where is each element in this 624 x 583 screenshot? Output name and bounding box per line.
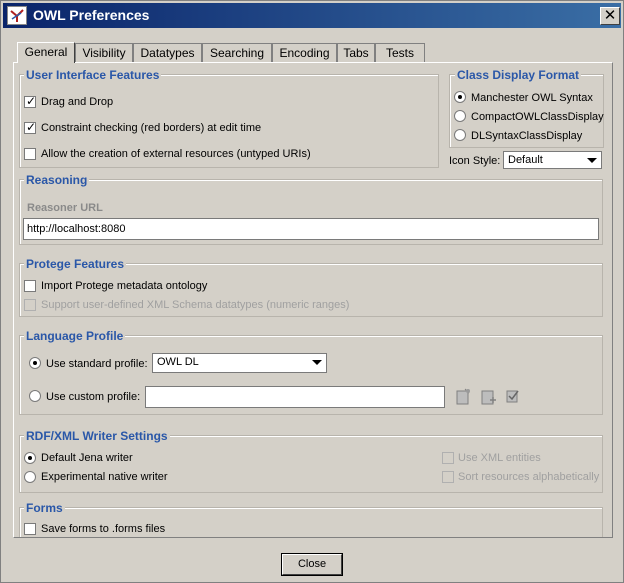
forms-title: Forms bbox=[24, 501, 65, 515]
open-file-icon[interactable] bbox=[481, 389, 497, 405]
custom-profile-label: Use custom profile: bbox=[46, 391, 141, 403]
edit-profile-icon[interactable] bbox=[505, 388, 521, 404]
standard-profile-label: Use standard profile: bbox=[46, 358, 148, 370]
reasoning-title: Reasoning bbox=[24, 173, 90, 187]
native-writer-label: Experimental native writer bbox=[41, 471, 168, 483]
new-file-icon[interactable] bbox=[455, 388, 471, 405]
rdf-writer-title: RDF/XML Writer Settings bbox=[24, 429, 170, 443]
tab-visibility[interactable]: Visibility bbox=[75, 43, 133, 63]
language-profile-title: Language Profile bbox=[24, 329, 126, 343]
icon-style-select[interactable]: Default bbox=[503, 151, 602, 169]
tab-general[interactable]: General bbox=[17, 42, 75, 63]
tab-searching[interactable]: Searching bbox=[202, 43, 272, 63]
constraint-checking-label: Constraint checking (red borders) at edi… bbox=[41, 122, 262, 134]
xml-schema-label: Support user-defined XML Schema datatype… bbox=[41, 299, 350, 311]
manchester-radio[interactable] bbox=[454, 91, 466, 103]
manchester-label: Manchester OWL Syntax bbox=[471, 92, 593, 104]
icon-style-value: Default bbox=[508, 154, 543, 166]
import-metadata-checkbox[interactable] bbox=[24, 280, 36, 292]
rdf-writer-group bbox=[19, 435, 603, 493]
tab-encoding[interactable]: Encoding bbox=[272, 43, 337, 63]
xml-schema-checkbox bbox=[24, 299, 36, 311]
compact-radio[interactable] bbox=[454, 110, 466, 122]
xml-entities-label: Use XML entities bbox=[458, 452, 541, 464]
save-forms-checkbox[interactable] bbox=[24, 523, 36, 535]
tab-datatypes[interactable]: Datatypes bbox=[133, 43, 202, 63]
compact-label: CompactOWLClassDisplay bbox=[471, 111, 604, 123]
title-bar: OWL Preferences ✕ bbox=[3, 3, 621, 28]
jena-writer-label: Default Jena writer bbox=[41, 452, 133, 464]
constraint-checking-checkbox[interactable]: ✓ bbox=[24, 120, 36, 134]
protege-features-title: Protege Features bbox=[24, 257, 127, 271]
sort-resources-label: Sort resources alphabetically bbox=[458, 471, 600, 483]
drag-drop-checkbox[interactable]: ✓ bbox=[24, 94, 36, 108]
chevron-down-icon bbox=[312, 360, 322, 365]
reasoner-url-input[interactable]: http://localhost:8080 bbox=[23, 218, 599, 240]
dlsyntax-label: DLSyntaxClassDisplay bbox=[471, 130, 583, 142]
sort-resources-checkbox bbox=[442, 471, 454, 483]
standard-profile-value: OWL DL bbox=[157, 356, 199, 368]
standard-profile-select[interactable]: OWL DL bbox=[152, 353, 327, 373]
chevron-down-icon bbox=[587, 158, 597, 163]
custom-profile-radio[interactable] bbox=[29, 390, 41, 402]
dlsyntax-radio[interactable] bbox=[454, 129, 466, 141]
preferences-window: OWL Preferences ✕ General Visibility Dat… bbox=[0, 0, 624, 583]
ui-features-title: User Interface Features bbox=[24, 68, 162, 82]
tab-tests[interactable]: Tests bbox=[375, 43, 425, 63]
class-display-title: Class Display Format bbox=[455, 68, 582, 82]
external-resources-checkbox[interactable] bbox=[24, 148, 36, 160]
close-button[interactable]: Close bbox=[281, 553, 343, 576]
close-window-icon[interactable]: ✕ bbox=[600, 7, 620, 25]
save-forms-label: Save forms to .forms files bbox=[41, 523, 166, 535]
protege-logo-icon bbox=[7, 6, 27, 25]
xml-entities-checkbox bbox=[442, 452, 454, 464]
window-title: OWL Preferences bbox=[33, 7, 150, 23]
reasoner-url-label: Reasoner URL bbox=[27, 202, 103, 214]
native-writer-radio[interactable] bbox=[24, 471, 36, 483]
import-metadata-label: Import Protege metadata ontology bbox=[41, 280, 208, 292]
drag-drop-label: Drag and Drop bbox=[41, 96, 114, 108]
standard-profile-radio[interactable] bbox=[29, 357, 41, 369]
icon-style-label: Icon Style: bbox=[449, 155, 501, 167]
tab-tabs[interactable]: Tabs bbox=[337, 43, 375, 63]
jena-writer-radio[interactable] bbox=[24, 452, 36, 464]
external-resources-label: Allow the creation of external resources… bbox=[41, 148, 311, 160]
custom-profile-input[interactable] bbox=[145, 386, 445, 408]
